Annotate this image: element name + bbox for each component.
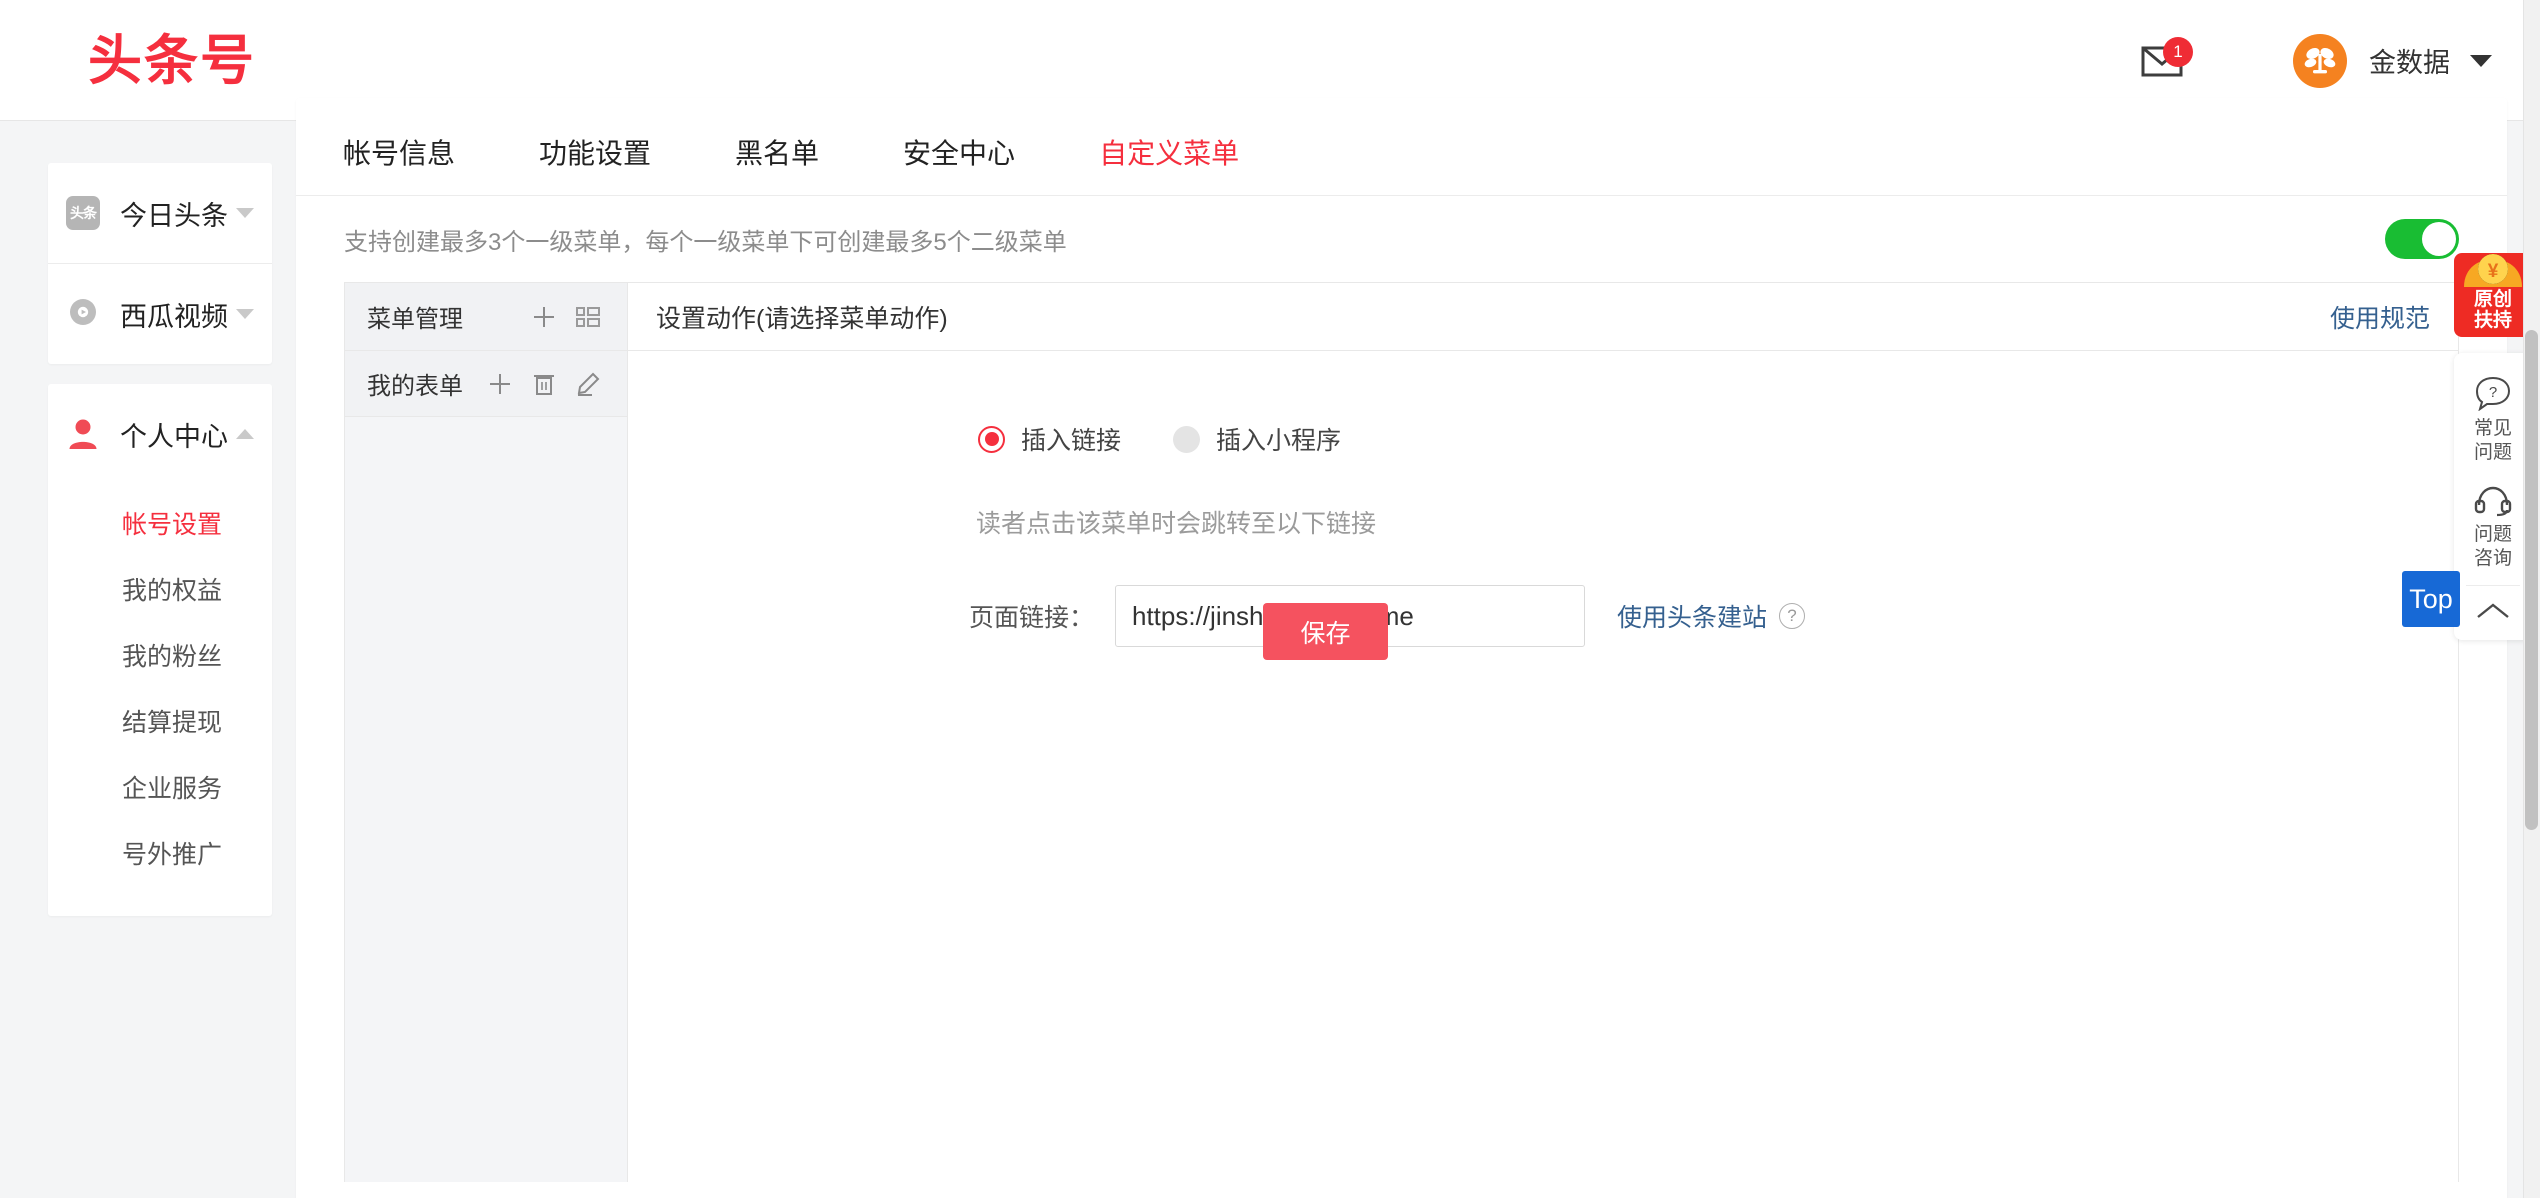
mail-badge: 1 — [2163, 36, 2193, 67]
question-bubble-icon: ? — [2475, 376, 2511, 411]
notice-text: 支持创建最多3个一级菜单，每个一级菜单下可创建最多5个二级菜单 — [344, 228, 1067, 256]
list-layout-icon — [576, 306, 600, 327]
edit-menu-button[interactable] — [571, 367, 605, 401]
sidebar-item-my-benefits[interactable]: 我的权益 — [48, 556, 272, 622]
link-hint-text: 读者点击该菜单时会跳转至以下链接 — [976, 510, 1377, 538]
username-label[interactable]: 金数据 — [2369, 41, 2450, 80]
divider — [2466, 585, 2520, 586]
radio-insert-link[interactable]: 插入链接 — [978, 421, 1121, 457]
save-button[interactable]: 保存 — [1263, 603, 1388, 660]
action-type-radio-group: 插入链接 插入小程序 — [628, 421, 2458, 457]
faq-label: 常见 问题 — [2473, 418, 2512, 463]
main-panel: 帐号信息 功能设置 黑名单 安全中心 自定义菜单 支持创建最多3个一级菜单，每个… — [296, 98, 2507, 1198]
menu-detail-column: 设置动作(请选择菜单动作) 使用规范 插入链接 插入小程序 读者点击该菜单时会跳… — [628, 283, 2458, 1182]
chevron-down-icon[interactable] — [236, 208, 254, 218]
radio-dot-unselected — [1173, 425, 1201, 453]
notice-row: 支持创建最多3个一级菜单，每个一级菜单下可创建最多5个二级菜单 — [296, 196, 2507, 282]
back-to-top-button[interactable]: Top — [2402, 571, 2460, 627]
tab-feature-settings[interactable]: 功能设置 — [539, 132, 651, 172]
sidebar-item-settlement[interactable]: 结算提现 — [48, 688, 272, 754]
page-scrollbar-track[interactable] — [2523, 0, 2540, 1198]
menu-detail-body: 插入链接 插入小程序 读者点击该菜单时会跳转至以下链接 页面链接： 使用头条建站 — [628, 351, 2458, 1182]
add-root-menu-button[interactable] — [527, 300, 561, 334]
question-mark-icon[interactable]: ? — [1779, 603, 1806, 629]
tab-security-center[interactable]: 安全中心 — [903, 132, 1015, 172]
support-consult-label: 问题 咨询 — [2473, 524, 2512, 569]
sidebar-item-label: 西瓜视频 — [120, 301, 228, 332]
menu-detail-title: 设置动作(请选择菜单动作) — [656, 304, 948, 333]
menu-management-header: 菜单管理 — [345, 283, 627, 351]
radio-label: 插入小程序 — [1216, 427, 1342, 455]
original-support-line1: 原创 — [2473, 289, 2512, 310]
sidebar-personal-card: 个人中心 帐号设置 我的权益 我的粉丝 结算提现 企业服务 号外推广 — [48, 384, 272, 916]
headset-icon — [2474, 486, 2512, 517]
usage-spec-link[interactable]: 使用规范 — [2330, 299, 2430, 335]
faq-button[interactable]: ? 常见 问题 — [2454, 367, 2532, 477]
page-link-label: 页面链接： — [969, 604, 1095, 632]
sidebar-item-toutiao[interactable]: 头条 今日头条 — [48, 163, 272, 263]
sidebar-item-label: 今日头条 — [120, 200, 228, 231]
pencil-icon — [577, 372, 600, 396]
side-help-widget: ? 常见 问题 问题 咨询 — [2454, 353, 2532, 640]
scroll-to-top-button[interactable] — [2454, 588, 2532, 630]
support-consult-button[interactable]: 问题 咨询 — [2454, 477, 2532, 583]
sidebar-item-enterprise-service[interactable]: 企业服务 — [48, 754, 272, 820]
page-link-field-row: 页面链接： 使用头条建站 ? — [628, 585, 2458, 647]
menu-management-title: 菜单管理 — [367, 306, 463, 333]
sidebar-item-my-fans[interactable]: 我的粉丝 — [48, 622, 272, 688]
menu-detail-header: 设置动作(请选择菜单动作) 使用规范 — [628, 283, 2458, 351]
original-support-line2: 扶持 — [2473, 310, 2512, 331]
page-scrollbar-thumb[interactable] — [2525, 330, 2538, 830]
trash-icon — [534, 374, 554, 395]
tab-bar: 帐号信息 功能设置 黑名单 安全中心 自定义菜单 — [296, 108, 2507, 196]
avatar[interactable] — [2293, 33, 2347, 88]
menu-item-row[interactable]: 我的表单 — [345, 351, 627, 417]
sidebar-platform-card: 头条 今日头条 西瓜视频 — [48, 163, 272, 364]
plus-icon — [490, 373, 510, 394]
menu-item-label: 我的表单 — [367, 373, 463, 400]
svg-text:?: ? — [2489, 384, 2497, 401]
xigua-play-circle-icon — [66, 297, 100, 331]
original-support-badge[interactable]: ¥ 原创 扶持 — [2454, 253, 2532, 337]
radio-label: 插入链接 — [1021, 427, 1122, 455]
sidebar-section-personal-center[interactable]: 个人中心 — [48, 384, 272, 484]
tab-account-info[interactable]: 帐号信息 — [343, 132, 455, 172]
plus-icon — [534, 306, 554, 327]
add-submenu-button[interactable] — [483, 367, 517, 401]
menu-empty-area — [345, 417, 627, 1182]
toggle-knob — [2422, 222, 2456, 256]
chevron-up-icon — [2477, 603, 2509, 618]
sidebar-sub-list: 帐号设置 我的权益 我的粉丝 结算提现 企业服务 号外推广 — [48, 484, 272, 916]
sidebar-item-xigua[interactable]: 西瓜视频 — [48, 264, 272, 364]
toutiao-site-builder-link[interactable]: 使用头条建站 ? — [1617, 598, 1806, 634]
site-logo[interactable]: 头条号 — [88, 28, 256, 94]
toutiao-site-builder-label: 使用头条建站 — [1617, 604, 1768, 632]
sprout-avatar-icon — [2304, 47, 2336, 73]
svg-text:¥: ¥ — [2488, 261, 2499, 282]
person-icon — [66, 417, 100, 451]
radio-insert-miniprogram[interactable]: 插入小程序 — [1173, 421, 1341, 457]
menu-layout-button[interactable] — [571, 300, 605, 334]
custom-menu-content: 菜单管理 我的表单 设置动作(请选择菜单动作) 使用规范 插入链接 插入小程序 … — [344, 282, 2459, 1182]
chevron-up-icon[interactable] — [236, 429, 254, 439]
mail-button[interactable]: 1 — [2131, 31, 2197, 91]
sidebar-section-label: 个人中心 — [120, 421, 228, 452]
money-bag-yuan-icon: ¥ — [2464, 254, 2522, 287]
custom-menu-toggle[interactable] — [2385, 219, 2459, 259]
delete-menu-button[interactable] — [527, 367, 561, 401]
chevron-down-icon[interactable] — [236, 309, 254, 319]
chevron-down-icon[interactable] — [2470, 54, 2492, 67]
toutiao-square-icon: 头条 — [66, 196, 100, 230]
sidebar-item-account-settings[interactable]: 帐号设置 — [48, 490, 272, 556]
tab-custom-menu[interactable]: 自定义菜单 — [1099, 132, 1239, 172]
sidebar-item-haowai-promotion[interactable]: 号外推广 — [48, 820, 272, 886]
sidebar: 头条 今日头条 西瓜视频 个人中心 帐号设置 我的权益 我的粉丝 结算提现 企业… — [48, 163, 272, 916]
menu-management-column: 菜单管理 我的表单 — [345, 283, 628, 1182]
tab-blacklist[interactable]: 黑名单 — [735, 132, 819, 172]
radio-dot-selected — [978, 425, 1005, 453]
